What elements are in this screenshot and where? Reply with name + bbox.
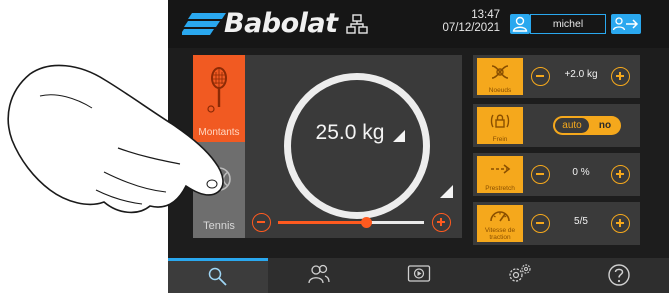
nav-tab-search[interactable]	[168, 258, 268, 293]
lock-icon	[490, 114, 510, 128]
tension-dial-panel: 25.0 kg	[245, 55, 462, 238]
prestretch-decrease-button[interactable]	[531, 165, 550, 184]
brake-option-no[interactable]: no	[591, 118, 619, 133]
brake-option-auto[interactable]: auto	[555, 118, 589, 133]
nav-tab-help[interactable]	[568, 258, 668, 293]
tension-decrease-button[interactable]	[252, 213, 271, 232]
brake-label: Frein	[492, 136, 508, 143]
gears-icon	[509, 264, 531, 282]
tension-increase-button[interactable]	[432, 213, 451, 232]
play-icon	[407, 265, 431, 282]
speed-setting-icon-tile[interactable]: Vitesse de traction	[477, 205, 523, 242]
stringing-machine-screen: Babolat 13:47 07/12/2021 michel Montants…	[168, 0, 669, 293]
minus-icon	[536, 173, 544, 175]
knots-increase-button[interactable]	[611, 67, 630, 86]
nav-tab-settings[interactable]	[468, 258, 568, 293]
username-field[interactable]: michel	[530, 14, 606, 34]
prestretch-increase-button[interactable]	[611, 165, 630, 184]
brake-setting-icon-tile[interactable]: Frein	[477, 107, 523, 144]
stretch-arrow-icon	[491, 164, 511, 174]
speed-decrease-button[interactable]	[531, 214, 550, 233]
current-date: 07/12/2021	[442, 22, 500, 34]
knots-decrease-button[interactable]	[531, 67, 550, 86]
prestretch-value: 0 %	[572, 167, 590, 178]
speed-increase-button[interactable]	[611, 214, 630, 233]
speed-setting-row: Vitesse de traction 5/5	[473, 202, 640, 245]
minus-icon	[536, 222, 544, 224]
clock-time: 13:47	[471, 9, 500, 21]
header-bar: Babolat 13:47 07/12/2021 michel	[168, 0, 669, 48]
prestretch-label: Prestretch	[485, 185, 515, 192]
bottom-navigation	[168, 258, 669, 293]
speed-label: Vitesse de traction	[484, 227, 516, 241]
users-icon	[308, 264, 330, 284]
tension-value[interactable]: 25.0 kg	[284, 121, 430, 145]
brake-toggle[interactable]: auto no	[553, 116, 621, 135]
knots-setting-icon-tile[interactable]: Noeuds	[477, 58, 523, 95]
knots-value: +2.0 kg	[564, 69, 598, 80]
babolat-logo-mark	[182, 13, 226, 35]
hand-pointer-illustration	[7, 64, 224, 214]
brake-setting-row: Frein auto no	[473, 104, 640, 147]
speed-value: 5/5	[574, 216, 588, 227]
tension-slider-fill	[278, 221, 366, 224]
knots-label: Noeuds	[488, 87, 512, 94]
nav-tab-video[interactable]	[368, 258, 468, 293]
speed-gauge-icon	[490, 211, 510, 222]
search-icon	[208, 267, 227, 286]
tension-slider[interactable]	[278, 217, 424, 228]
knots-setting-row: Noeuds +2.0 kg	[473, 55, 640, 98]
tension-slider-thumb[interactable]	[360, 217, 372, 228]
dropdown-triangle-icon[interactable]	[393, 130, 405, 142]
minus-icon	[536, 75, 544, 77]
logout-button[interactable]	[611, 14, 641, 34]
minus-icon	[257, 221, 265, 223]
knot-icon	[491, 65, 509, 79]
logout-icon	[612, 17, 639, 31]
date-time-display: 13:47 07/12/2021	[422, 9, 500, 35]
nav-tab-users[interactable]	[268, 258, 368, 293]
network-icon	[346, 14, 368, 34]
tension-dial[interactable]	[284, 73, 430, 219]
prestretch-setting-icon-tile[interactable]: Prestretch	[477, 156, 523, 193]
user-icon[interactable]	[510, 14, 530, 34]
help-icon	[608, 264, 630, 286]
corner-triangle-icon[interactable]	[440, 185, 453, 198]
brand-logo-text: Babolat	[224, 8, 338, 39]
prestretch-setting-row: Prestretch 0 %	[473, 153, 640, 196]
